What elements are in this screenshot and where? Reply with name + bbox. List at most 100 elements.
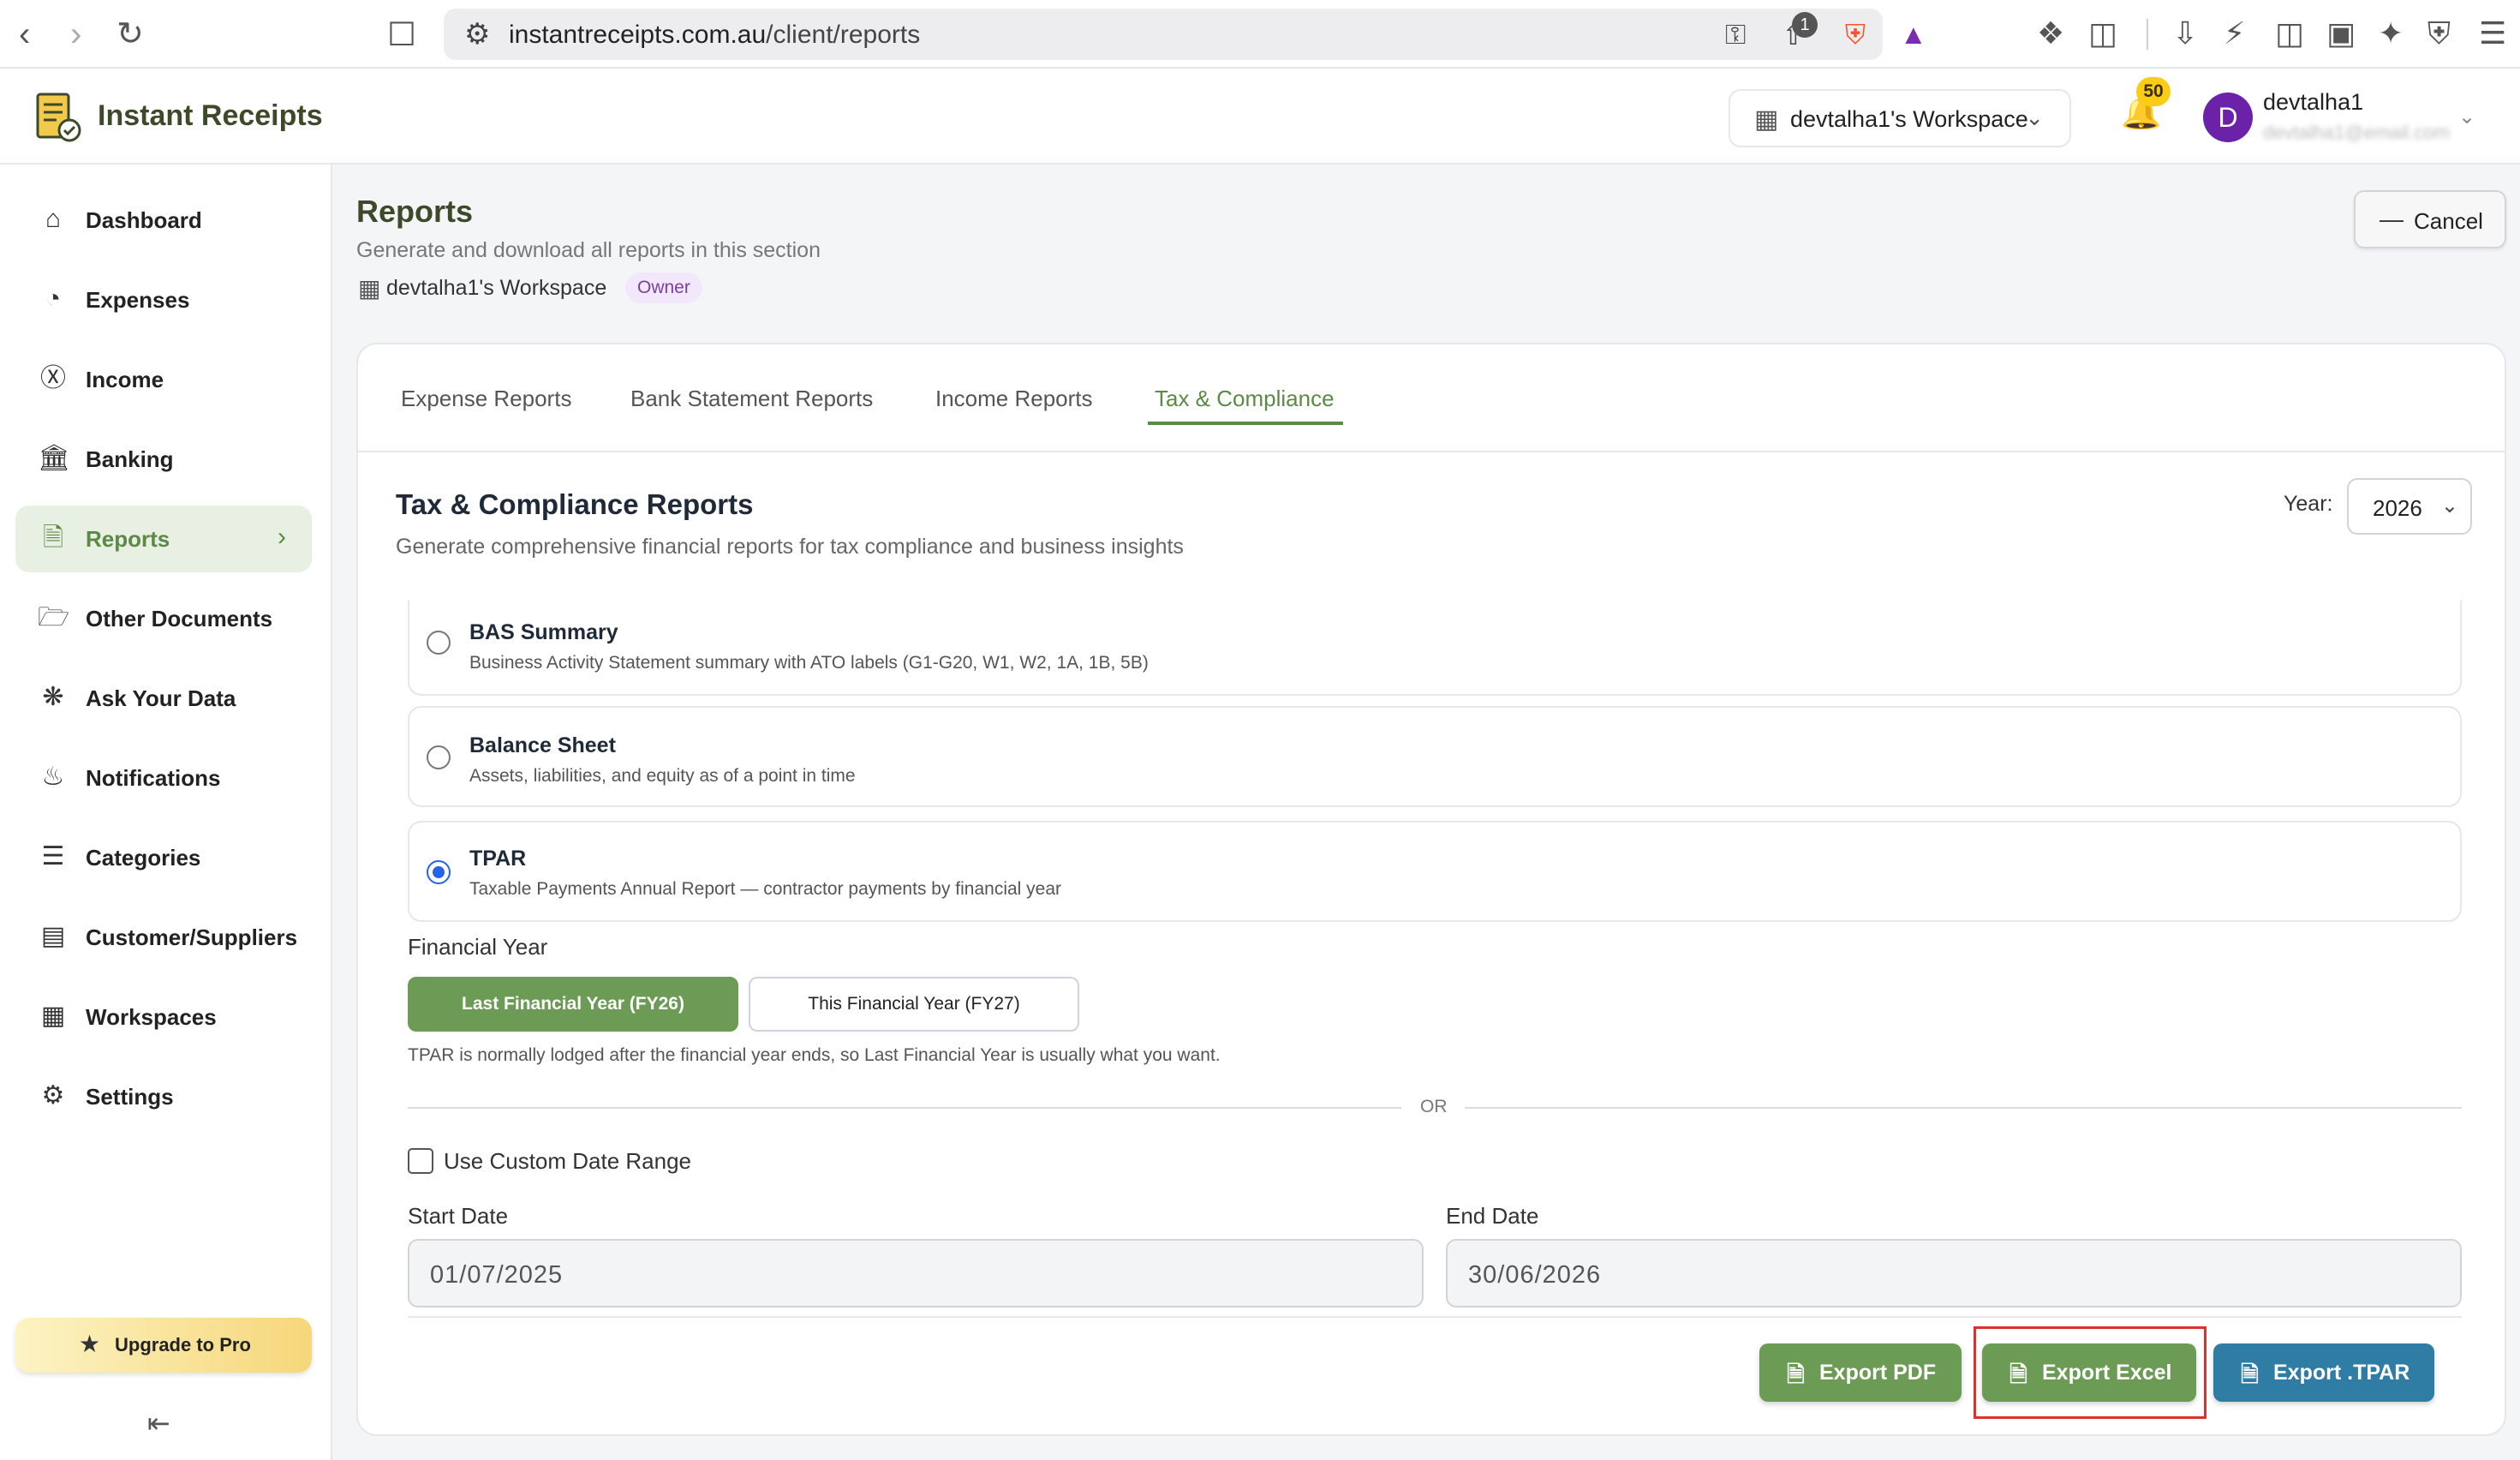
divider-left: [408, 1107, 1401, 1109]
user-email: devtalha1@email.com: [2263, 122, 2450, 143]
forward-icon[interactable]: ›: [70, 15, 81, 53]
page-subtitle: Generate and download all reports in thi…: [356, 238, 821, 262]
page-search-icon[interactable]: ◫: [2088, 15, 2117, 51]
user-menu-chevron-icon[interactable]: ⌄: [2458, 105, 2475, 129]
building-icon: ▦: [358, 275, 381, 302]
year-select[interactable]: 2026 ⌄: [2347, 478, 2472, 535]
custom-date-range-label[interactable]: Use Custom Date Range: [444, 1148, 691, 1175]
sidebar-item-customer-suppliers[interactable]: ▤ Customer/Suppliers: [15, 904, 312, 971]
download-icon[interactable]: ⇩: [2172, 15, 2198, 51]
bookmark-icon[interactable]: ☐: [387, 15, 416, 54]
workspace-selector[interactable]: ▦ devtalha1's Workspace ⌄: [1729, 89, 2071, 147]
address-bar[interactable]: ⚙ instantreceipts.com.au/client/reports …: [444, 9, 1927, 60]
avatar[interactable]: D: [2203, 93, 2253, 142]
sidebar-item-settings[interactable]: ⚙ Settings: [15, 1063, 312, 1130]
sidebar-item-other-documents[interactable]: 🗁 Other Documents: [15, 585, 312, 652]
wallet-icon[interactable]: ▣: [2326, 15, 2356, 51]
speedreader-icon[interactable]: ⚡: [2224, 15, 2245, 51]
sidebar-item-expenses[interactable]: ◔ Expenses: [15, 266, 312, 333]
active-tab-indicator: [1148, 422, 1343, 425]
upgrade-button[interactable]: ★ Upgrade to Pro: [15, 1318, 312, 1373]
divider-right: [1465, 1107, 2462, 1109]
financial-year-note: TPAR is normally lodged after the financ…: [408, 1045, 1221, 1065]
sidebar-item-reports[interactable]: 🗎 Reports ›: [15, 506, 312, 572]
highlight-box: [1974, 1326, 2206, 1419]
report-option-tpar[interactable]: TPAR Taxable Payments Annual Report — co…: [408, 821, 2462, 922]
financial-year-label: Financial Year: [408, 934, 548, 960]
section-subtitle: Generate comprehensive financial reports…: [396, 535, 1184, 559]
last-financial-year-button[interactable]: Last Financial Year (FY26): [408, 977, 738, 1032]
tab-tax-compliance[interactable]: Tax & Compliance: [1155, 386, 1335, 412]
user-name[interactable]: devtalha1: [2263, 89, 2363, 116]
brand-name[interactable]: Instant Receipts: [98, 99, 323, 133]
year-value: 2026: [2373, 495, 2422, 521]
sidebar-item-workspaces[interactable]: ▦ Workspaces: [15, 984, 312, 1050]
notification-count-badge: 50: [2136, 77, 2171, 106]
sidebar-item-income[interactable]: Ⓧ Income: [15, 346, 312, 413]
ai-icon: ❋: [42, 683, 64, 711]
cancel-button[interactable]: — Cancel: [2354, 190, 2506, 248]
brave-rewards-icon[interactable]: ▲: [1900, 19, 1927, 51]
upgrade-label: Upgrade to Pro: [115, 1334, 251, 1355]
radio-balance-sheet[interactable]: [427, 745, 451, 769]
option-description: Assets, liabilities, and equity as of a …: [469, 766, 856, 786]
leo-ai-icon[interactable]: ✦: [2378, 15, 2404, 51]
actions-divider: [408, 1316, 2462, 1318]
sidebar-item-ask-your-data[interactable]: ❋ Ask Your Data: [15, 665, 312, 732]
export-pdf-button[interactable]: 🗎 Export PDF: [1759, 1343, 1962, 1402]
start-date-value: 01/07/2025: [430, 1261, 564, 1289]
key-icon[interactable]: ⚿: [1725, 19, 1746, 51]
list-icon: ☰: [41, 842, 65, 871]
report-option-bas-summary[interactable]: BAS Summary Business Activity Statement …: [408, 600, 2462, 696]
end-date-input[interactable]: 30/06/2026: [1446, 1239, 2462, 1307]
tab-bank-statement-reports[interactable]: Bank Statement Reports: [630, 386, 873, 412]
chevron-right-icon: ›: [278, 523, 286, 551]
sidebar-toggle-icon[interactable]: ◫: [2275, 15, 2304, 51]
toolbar-divider: [2147, 19, 2148, 50]
collapse-sidebar-icon[interactable]: ⇤: [147, 1407, 170, 1439]
sidebar-item-label: Income: [86, 367, 164, 392]
radio-tpar[interactable]: [427, 860, 451, 884]
start-date-input[interactable]: 01/07/2025: [408, 1239, 1424, 1307]
tab-income-reports[interactable]: Income Reports: [935, 386, 1093, 412]
bank-icon: 🏛: [38, 444, 71, 472]
page-title: Reports: [356, 194, 474, 229]
tab-expense-reports[interactable]: Expense Reports: [401, 386, 571, 412]
back-icon[interactable]: ‹: [19, 15, 30, 53]
sidebar-item-dashboard[interactable]: ⌂ Dashboard: [15, 187, 312, 254]
tabs-divider: [358, 451, 2505, 452]
menu-icon[interactable]: ☰: [2479, 15, 2506, 51]
document-icon: 🗎: [42, 524, 64, 552]
or-separator: OR: [1420, 1097, 1448, 1116]
reload-icon[interactable]: ↻: [116, 15, 144, 53]
option-title: BAS Summary: [469, 620, 618, 644]
extensions-icon[interactable]: ❖: [2037, 15, 2064, 51]
cancel-label: Cancel: [2414, 208, 2483, 234]
export-tpar-button[interactable]: 🗎 Export .TPAR: [2213, 1343, 2434, 1402]
app-header: Instant Receipts ▦ devtalha1's Workspace…: [0, 69, 2520, 165]
custom-date-range-checkbox[interactable]: [408, 1148, 433, 1174]
this-financial-year-button[interactable]: This Financial Year (FY27): [749, 977, 1079, 1032]
sidebar: ⌂ Dashboard ◔ Expenses Ⓧ Income 🏛 Bankin…: [0, 165, 332, 1460]
sidebar-item-banking[interactable]: 🏛 Banking: [15, 426, 312, 493]
section-title: Tax & Compliance Reports: [396, 488, 754, 520]
option-title: Balance Sheet: [469, 733, 616, 757]
sidebar-item-label: Banking: [86, 446, 174, 472]
option-description: Taxable Payments Annual Report — contrac…: [469, 879, 1062, 899]
start-date-label: Start Date: [408, 1203, 509, 1229]
receipt-logo-icon: [36, 93, 81, 142]
radio-bas-summary[interactable]: [427, 631, 451, 655]
url-host: instantreceipts.com.au: [509, 21, 767, 49]
brave-shield-icon[interactable]: ⛨: [1845, 19, 1866, 51]
home-icon: ⌂: [45, 205, 62, 233]
sidebar-item-notifications[interactable]: ♨ Notifications: [15, 745, 312, 811]
export-pdf-label: Export PDF: [1819, 1361, 1937, 1385]
vpn-icon[interactable]: ⛨: [2427, 15, 2451, 52]
site-settings-icon[interactable]: ⚙: [464, 17, 490, 51]
shield-count-badge: 1: [1792, 12, 1818, 38]
sidebar-item-categories[interactable]: ☰ Categories: [15, 824, 312, 891]
star-icon: ★: [79, 1331, 101, 1357]
pie-chart-icon: ◔: [45, 284, 62, 313]
report-option-balance-sheet[interactable]: Balance Sheet Assets, liabilities, and e…: [408, 706, 2462, 807]
sidebar-item-label: Customer/Suppliers: [86, 924, 298, 950]
